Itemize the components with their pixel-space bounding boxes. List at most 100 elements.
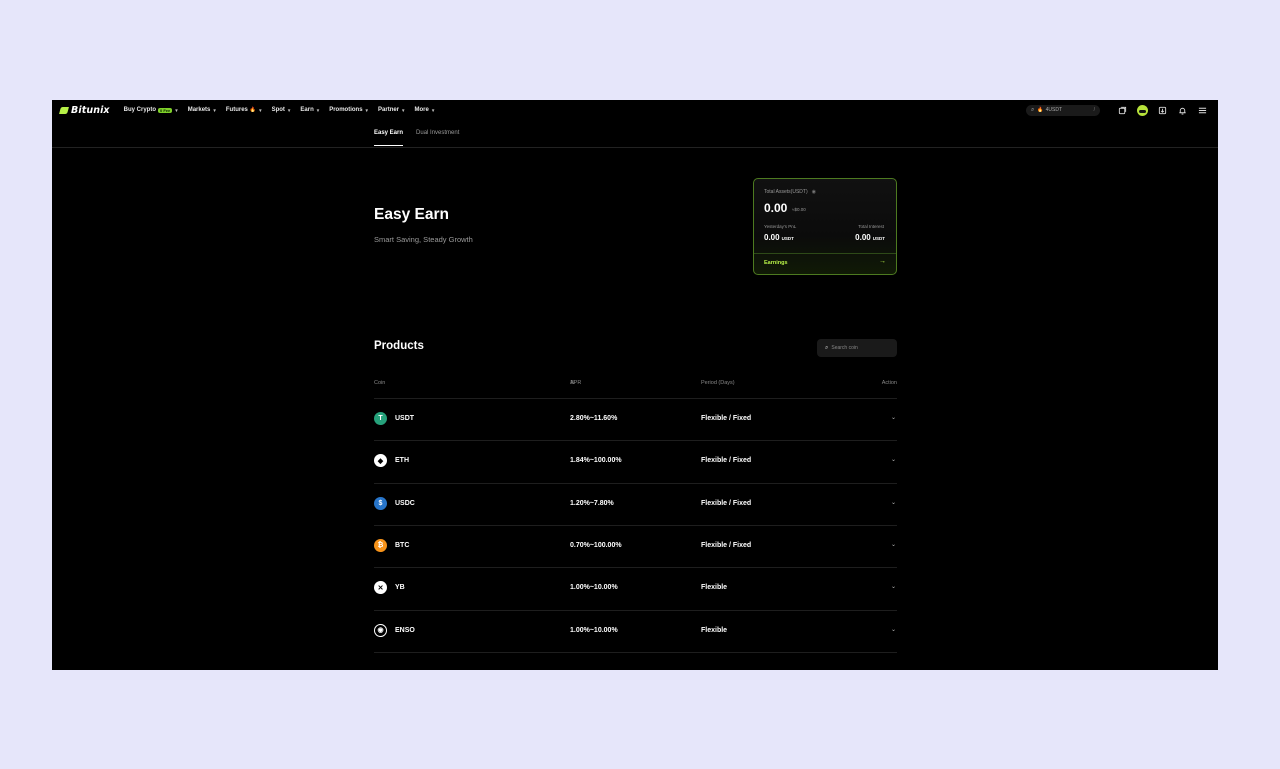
- zero-fee-badge: 0 Fee: [158, 107, 173, 113]
- nav-partner[interactable]: Partner ▼: [378, 107, 405, 113]
- nav-buy-crypto[interactable]: Buy Crypto 0 Fee ▼: [124, 107, 179, 113]
- products-table-header: Coin APR ⇅ Period (Days) Action: [374, 380, 897, 390]
- download-icon[interactable]: [1156, 104, 1168, 116]
- coin-icon: ◉: [374, 623, 387, 637]
- chevron-down-icon: ▼: [315, 107, 321, 113]
- brand-logo[interactable]: Bitunix: [59, 104, 110, 116]
- card-divider: [754, 253, 896, 254]
- period-cell: Flexible / Fixed: [701, 499, 752, 507]
- chevron-down-icon[interactable]: ⌄: [891, 626, 896, 633]
- period-cell: Flexible / Fixed: [701, 541, 752, 549]
- coin-icon: ✕: [374, 581, 387, 595]
- coin-icon: T: [374, 412, 387, 425]
- header-divider: [52, 147, 1218, 148]
- nav-spot[interactable]: Spot ▼: [272, 107, 292, 113]
- col-action: Action: [881, 380, 897, 386]
- nav-earn[interactable]: Earn ▼: [300, 107, 320, 113]
- period-cell: Flexible / Fixed: [701, 457, 752, 465]
- period-cell: Flexible: [701, 626, 728, 634]
- top-nav: Bitunix Buy Crypto 0 Fee ▼ Markets ▼ Fut…: [52, 100, 1218, 120]
- coin-cell: ◉ ENSO: [374, 623, 415, 637]
- search-icon: ⌕: [825, 344, 829, 351]
- nav-right-tools: ⌕ 🔥 4USDT /: [1026, 100, 1208, 120]
- avatar[interactable]: [1136, 104, 1148, 116]
- nav-more[interactable]: More ▼: [415, 107, 436, 113]
- nav-futures-label: Futures: [225, 107, 248, 113]
- chevron-down-icon[interactable]: ⌄: [891, 414, 896, 421]
- coin-icon: $: [374, 496, 387, 510]
- table-row[interactable]: $ USDC 1.20%~7.80% Flexible / Fixed ⌄: [374, 482, 897, 525]
- total-assets-label-row: Total Assets(USDT) ◉: [764, 189, 816, 195]
- table-row[interactable]: ₿ BTC 0.70%~100.00% Flexible / Fixed ⌄: [374, 524, 897, 567]
- menu-icon[interactable]: [1196, 104, 1208, 116]
- total-assets-label: Total Assets(USDT): [764, 189, 808, 195]
- coin-name: BTC: [395, 541, 410, 549]
- coin-name: YB: [395, 584, 405, 592]
- arrow-right-icon[interactable]: →: [879, 258, 886, 265]
- eye-icon[interactable]: ◉: [812, 189, 816, 195]
- coin-cell: T USDT: [374, 412, 414, 425]
- total-interest-number: 0.00: [855, 233, 871, 242]
- nav-markets[interactable]: Markets ▼: [188, 107, 217, 113]
- table-row[interactable]: T USDT 2.80%~11.60% Flexible / Fixed ⌄: [374, 398, 897, 440]
- global-search[interactable]: ⌕ 🔥 4USDT /: [1026, 104, 1100, 116]
- total-interest-label: Total Interest: [858, 224, 884, 229]
- apr-cell: 1.84%~100.00%: [570, 457, 622, 465]
- coin-cell: $ USDC: [374, 496, 415, 510]
- app-window: Bitunix Buy Crypto 0 Fee ▼ Markets ▼ Fut…: [52, 100, 1218, 670]
- search-shortcut: /: [1093, 107, 1095, 113]
- apr-cell: 2.80%~11.60%: [570, 415, 618, 422]
- table-row[interactable]: ◉ ENSO 1.00%~10.00% Flexible ⌄: [374, 609, 897, 652]
- tab-dual-investment[interactable]: Dual Investment: [416, 128, 459, 147]
- assets-icon[interactable]: [1116, 104, 1128, 116]
- yesterday-pnl-value: 0.00 USDT: [764, 233, 794, 242]
- chevron-down-icon[interactable]: ⌄: [891, 541, 896, 548]
- brand-name: Bitunix: [71, 104, 110, 116]
- yesterday-pnl-unit: USDT: [781, 236, 794, 241]
- nav-partner-label: Partner: [378, 107, 400, 113]
- products-title: Products: [374, 340, 424, 352]
- col-coin: Coin: [374, 380, 386, 386]
- assets-card: Total Assets(USDT) ◉ 0.00 ≈$0.00 Yesterd…: [753, 178, 897, 275]
- search-text: 4USDT: [1045, 107, 1063, 113]
- chevron-down-icon[interactable]: ⌄: [891, 583, 896, 590]
- nav-promotions[interactable]: Promotions ▼: [329, 107, 369, 113]
- coin-cell: ₿ BTC: [374, 538, 410, 552]
- logo-icon: [59, 106, 69, 114]
- earnings-link[interactable]: Earnings: [764, 260, 788, 266]
- tab-easy-earn[interactable]: Easy Earn: [374, 128, 404, 147]
- col-period: Period (Days): [701, 380, 735, 386]
- nav-menu: Buy Crypto 0 Fee ▼ Markets ▼ Futures 🔥 ▼…: [124, 107, 445, 113]
- chevron-down-icon: ▼: [258, 107, 263, 113]
- page-title: Easy Earn: [374, 206, 449, 223]
- coin-name: USDC: [395, 499, 415, 507]
- nav-more-label: More: [414, 107, 429, 113]
- coin-search[interactable]: ⌕: [817, 339, 897, 357]
- nav-buy-crypto-label: Buy Crypto: [123, 107, 156, 113]
- nav-earn-label: Earn: [300, 107, 314, 113]
- chevron-down-icon: ▼: [430, 107, 436, 113]
- bell-icon[interactable]: [1176, 104, 1188, 116]
- table-row[interactable]: [374, 651, 897, 670]
- nav-futures[interactable]: Futures 🔥 ▼: [226, 107, 263, 113]
- chevron-down-icon[interactable]: ⌄: [891, 499, 896, 506]
- apr-cell: 0.70%~100.00%: [570, 541, 622, 549]
- table-row[interactable]: ✕ YB 1.00%~10.00% Flexible ⌄: [374, 567, 897, 609]
- coin-name: ETH: [395, 457, 409, 465]
- yesterday-pnl-label: Yesterday's PnL: [764, 224, 797, 229]
- nav-markets-label: Markets: [187, 107, 211, 113]
- coin-cell: ✕ YB: [374, 581, 405, 595]
- chevron-down-icon: ▼: [212, 107, 217, 113]
- period-cell: Flexible: [701, 584, 728, 592]
- chevron-down-icon: ▼: [286, 107, 292, 113]
- search-icon: ⌕: [1031, 106, 1035, 113]
- chevron-down-icon: ▼: [401, 107, 406, 113]
- total-interest-unit: USDT: [872, 236, 885, 241]
- table-row[interactable]: ◆ ETH 1.84%~100.00% Flexible / Fixed ⌄: [374, 440, 897, 482]
- sort-icon: ⇅: [570, 380, 575, 386]
- nav-spot-label: Spot: [271, 107, 285, 113]
- chevron-down-icon[interactable]: ⌄: [891, 456, 896, 463]
- coin-search-input[interactable]: [831, 345, 887, 351]
- coin-name: USDT: [395, 415, 415, 422]
- total-assets-usd: ≈$0.00: [792, 207, 806, 212]
